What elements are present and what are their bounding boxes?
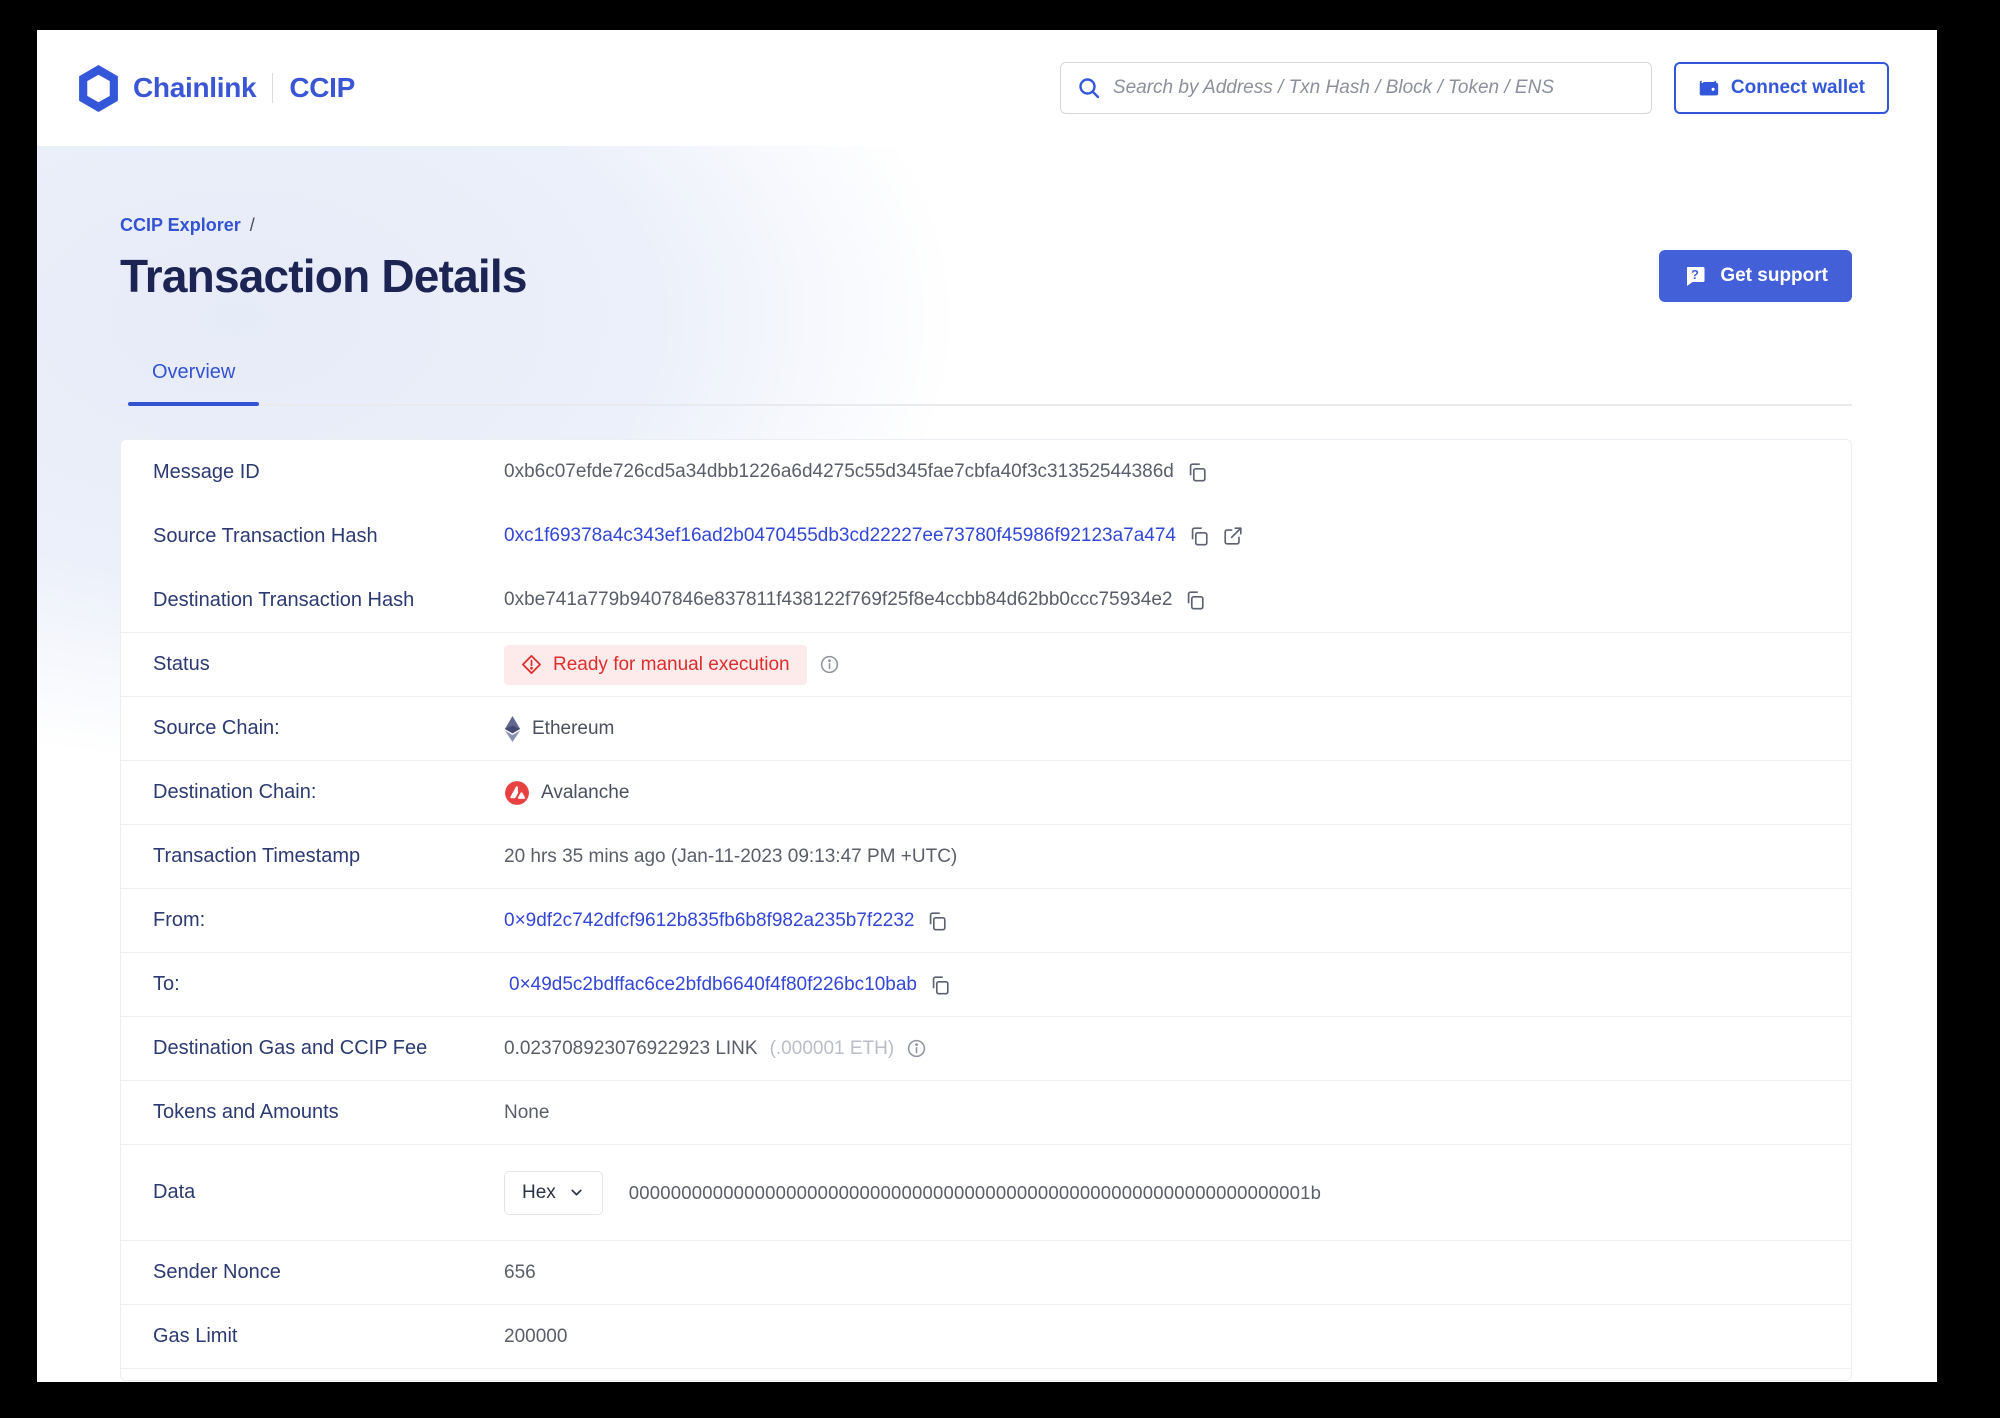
- external-link-icon[interactable]: [1222, 525, 1244, 547]
- table-row-gas-limit: Gas Limit 200000: [121, 1304, 1851, 1368]
- connect-wallet-label: Connect wallet: [1730, 77, 1865, 98]
- table-row-tokens: Tokens and Amounts None: [121, 1080, 1851, 1144]
- row-label: To:: [153, 973, 180, 995]
- row-label: From:: [153, 909, 206, 931]
- fee-link-value: 0.023708923076922923 LINK: [504, 1037, 758, 1059]
- avalanche-icon: [504, 780, 530, 806]
- status-text: Ready for manual execution: [553, 653, 790, 675]
- to-address-link[interactable]: 0×49d5c2bdffac6ce2bfdb6640f4f80f226bc10b…: [509, 974, 917, 996]
- source-chain-name: Ethereum: [532, 717, 615, 739]
- connect-wallet-button[interactable]: Connect wallet: [1673, 62, 1889, 114]
- row-label: Message ID: [153, 460, 260, 483]
- source-chain-value: Ethereum: [504, 715, 615, 742]
- data-format-dropdown[interactable]: Hex: [504, 1170, 603, 1215]
- tokens-value: None: [504, 1101, 550, 1123]
- table-row-destination-tx-hash: Destination Transaction Hash 0xbe741a779…: [121, 568, 1851, 632]
- chainlink-hexagon-icon: [78, 64, 119, 112]
- table-row-message-id: Message ID 0xb6c07efde726cd5a34dbb1226a6…: [121, 440, 1851, 504]
- row-label: Destination Gas and CCIP Fee: [153, 1037, 428, 1059]
- table-row-data: Data Hex 0000000000000000000000000000000…: [121, 1144, 1851, 1240]
- row-label: Tokens and Amounts: [153, 1101, 339, 1123]
- chevron-down-icon: [568, 1184, 585, 1201]
- table-row-source-tx-hash: Source Transaction Hash 0xc1f69378a4c343…: [121, 504, 1851, 568]
- source-tx-hash-link[interactable]: 0xc1f69378a4c343ef16ad2b0470455db3cd2222…: [504, 525, 1176, 547]
- get-support-label: Get support: [1720, 265, 1828, 286]
- row-label: Source Transaction Hash: [153, 524, 378, 547]
- breadcrumb-ccip-explorer-link[interactable]: CCIP Explorer: [120, 215, 241, 236]
- table-row-from: From: 0×9df2c742dfcf9612b835fb6b8f982a23…: [121, 888, 1851, 952]
- row-label: Source Chain:: [153, 717, 280, 739]
- page-title: Transaction Details: [120, 250, 527, 302]
- copy-icon[interactable]: [1184, 589, 1206, 611]
- hero-section: CCIP Explorer / Transaction Details ? Ge…: [37, 146, 1937, 406]
- copy-icon[interactable]: [1188, 525, 1210, 547]
- row-label: Destination Transaction Hash: [153, 588, 415, 611]
- table-row-source-chain: Source Chain: Ethereum: [121, 696, 1851, 760]
- table-row-fee: Destination Gas and CCIP Fee 0.023708923…: [121, 1016, 1851, 1080]
- search-input[interactable]: [1112, 77, 1635, 99]
- table-row-status: Status Ready for manual execution: [121, 632, 1851, 696]
- row-label: Transaction Timestamp: [153, 845, 361, 867]
- table-row-to: To: 0×49d5c2bdffac6ce2bfdb6640f4f80f226b…: [121, 952, 1851, 1016]
- from-address-link[interactable]: 0×9df2c742dfcf9612b835fb6b8f982a235b7f22…: [504, 910, 914, 932]
- destination-chain-name: Avalanche: [541, 781, 630, 803]
- destination-chain-value: Avalanche: [504, 780, 629, 806]
- brand-divider: [272, 73, 274, 103]
- table-row-timestamp: Transaction Timestamp 20 hrs 35 mins ago…: [121, 824, 1851, 888]
- gas-limit-value: 200000: [504, 1325, 568, 1347]
- table-row-sender-nonce: Sender Nonce 656: [121, 1240, 1851, 1304]
- message-id-value: 0xb6c07efde726cd5a34dbb1226a6d4275c55d34…: [504, 461, 1174, 482]
- tab-bar: Overview: [120, 361, 1852, 406]
- row-label: Status: [153, 653, 210, 675]
- destination-tx-hash-value: 0xbe741a779b9407846e837811f438122f769f25…: [504, 589, 1173, 610]
- search-icon: [1077, 76, 1101, 100]
- row-label: Gas Limit: [153, 1325, 238, 1347]
- svg-text:?: ?: [1691, 267, 1699, 282]
- status-badge: Ready for manual execution: [504, 644, 807, 685]
- row-label: Data: [153, 1181, 196, 1203]
- top-navbar: Chainlink CCIP Connect wallet: [37, 30, 1937, 146]
- brand-product: CCIP: [289, 72, 356, 103]
- row-label: Destination Chain:: [153, 781, 317, 803]
- copy-icon[interactable]: [929, 974, 951, 996]
- brand-name: Chainlink: [133, 72, 257, 103]
- alert-diamond-icon: [521, 654, 542, 675]
- question-chat-icon: ?: [1683, 264, 1707, 288]
- copy-icon[interactable]: [1186, 461, 1208, 483]
- sender-nonce-value: 656: [504, 1261, 536, 1283]
- tab-overview[interactable]: Overview: [128, 361, 260, 406]
- breadcrumb: CCIP Explorer /: [120, 215, 1852, 236]
- data-format-label: Hex: [522, 1181, 556, 1203]
- copy-icon[interactable]: [926, 910, 948, 932]
- row-label: Sender Nonce: [153, 1261, 281, 1283]
- get-support-button[interactable]: ? Get support: [1659, 250, 1852, 302]
- data-hex-value: 0000000000000000000000000000000000000000…: [628, 1181, 1322, 1203]
- table-row-destination-chain: Destination Chain: Avalanche: [121, 760, 1851, 824]
- chainlink-ccip-logo[interactable]: Chainlink CCIP: [78, 64, 356, 112]
- wallet-icon: [1698, 77, 1720, 99]
- breadcrumb-separator: /: [249, 215, 255, 235]
- info-icon[interactable]: [819, 654, 840, 675]
- fee-eth-value: (.000001 ETH): [769, 1037, 895, 1059]
- ethereum-icon: [504, 715, 521, 742]
- transaction-details-card: Message ID 0xb6c07efde726cd5a34dbb1226a6…: [120, 439, 1852, 1381]
- info-icon[interactable]: [906, 1038, 927, 1059]
- search-bar[interactable]: [1059, 62, 1652, 114]
- page: Chainlink CCIP Connect wallet: [37, 30, 1937, 1382]
- timestamp-value: 20 hrs 35 mins ago (Jan-11-2023 09:13:47…: [504, 845, 958, 867]
- table-row-cutoff: [121, 1368, 1851, 1380]
